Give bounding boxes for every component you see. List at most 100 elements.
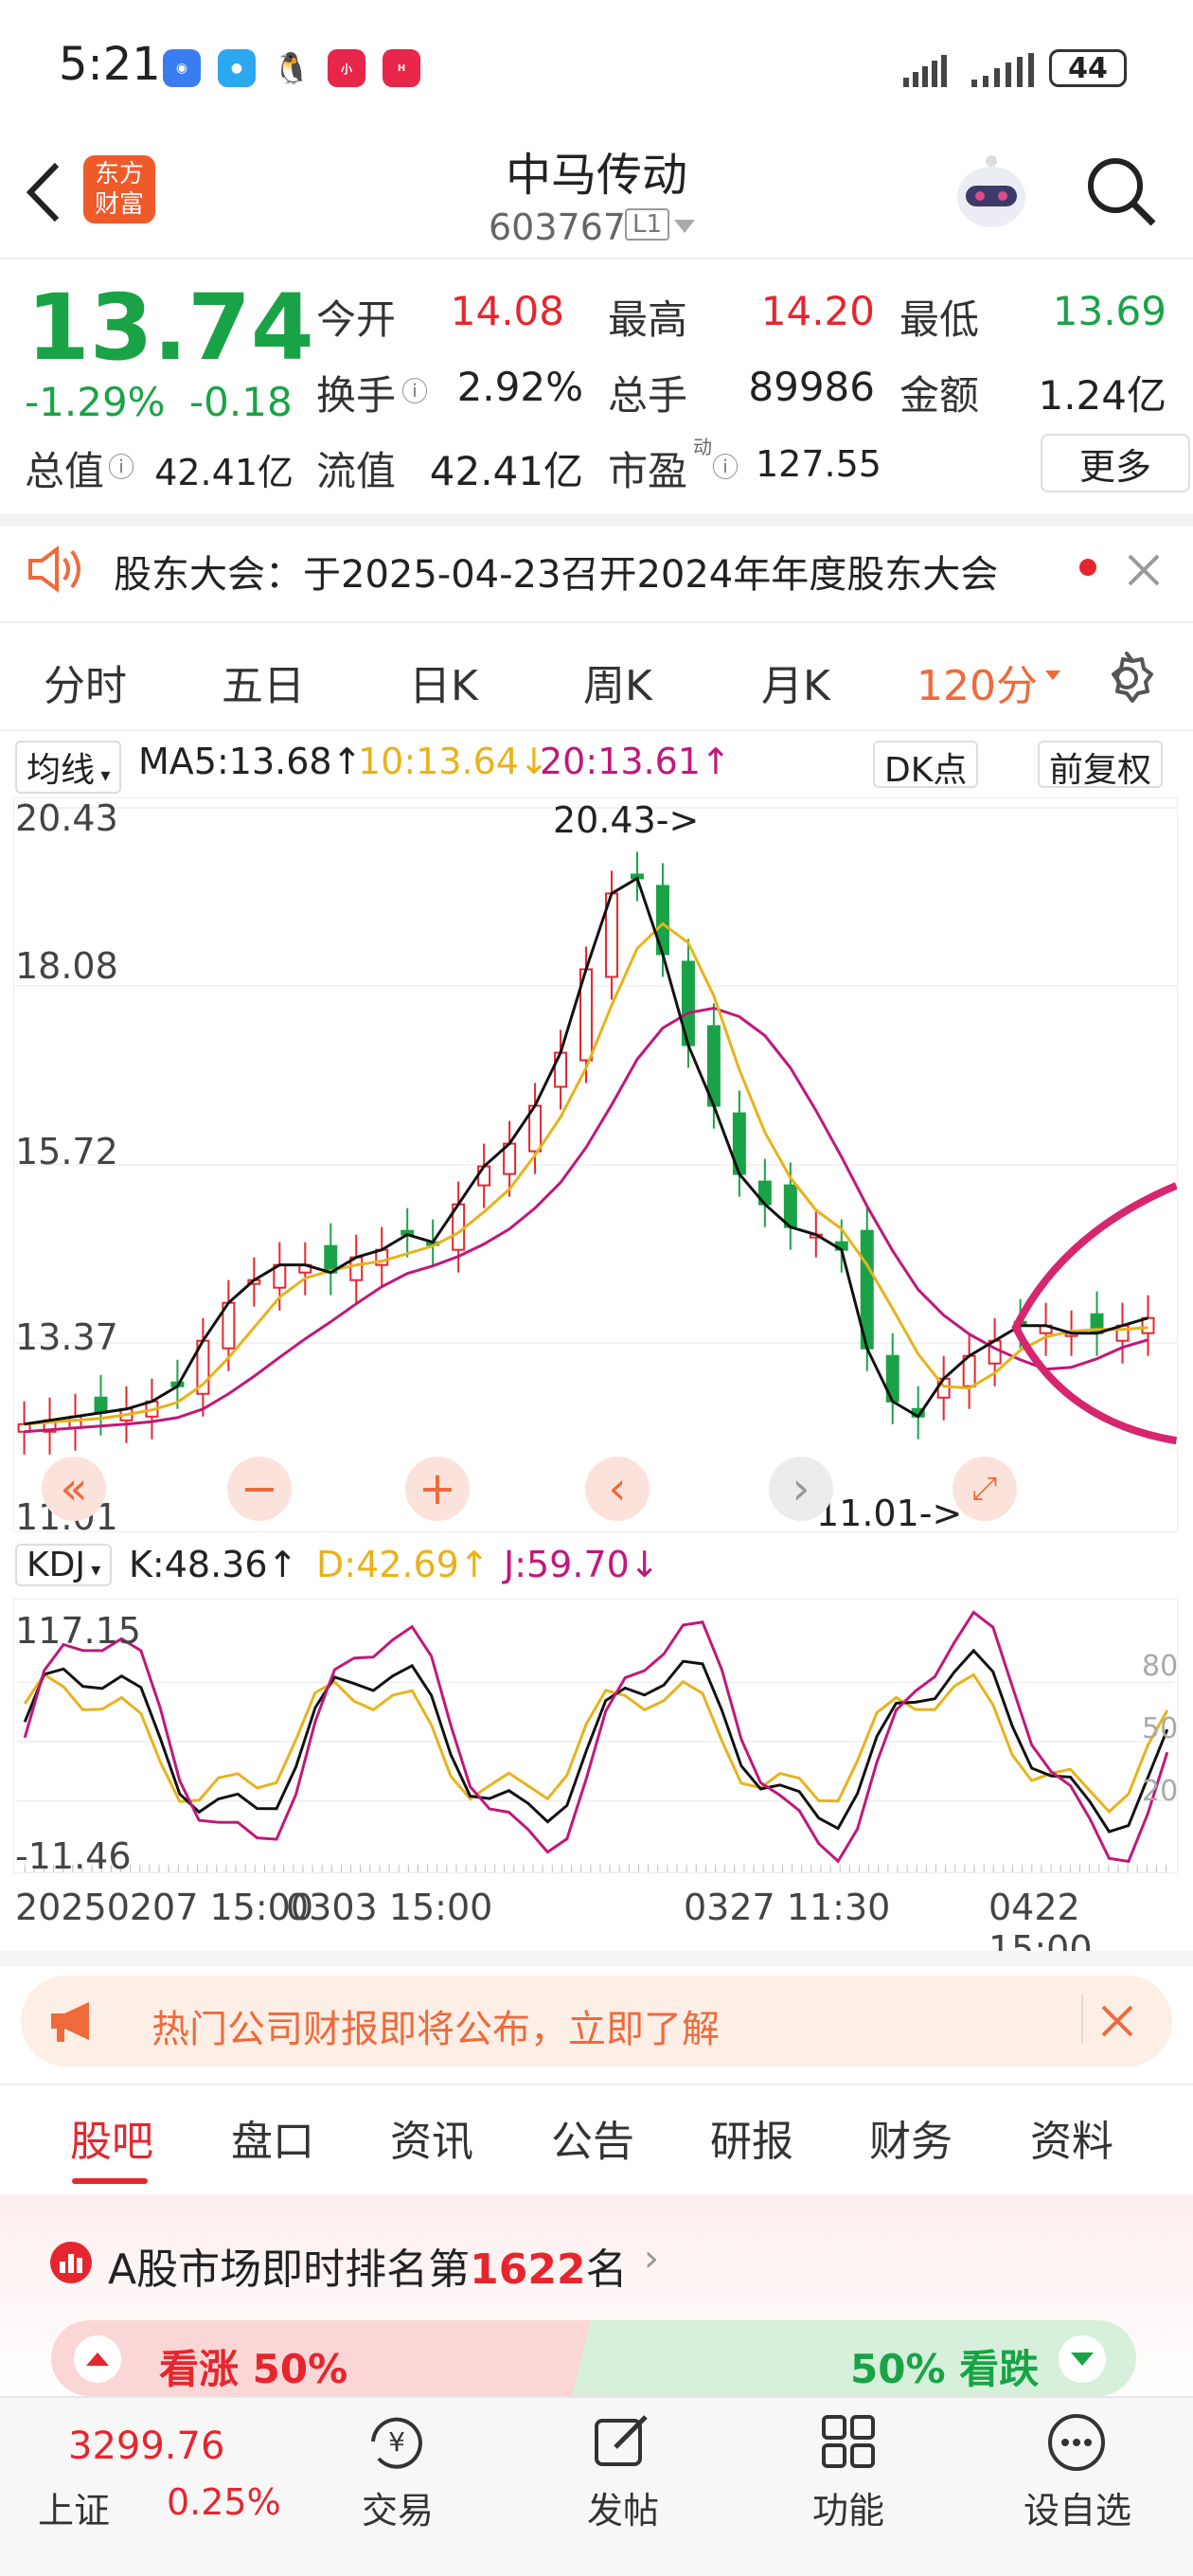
close-icon[interactable] (1100, 2004, 1134, 2038)
trade-icon[interactable]: ¥ (364, 2411, 430, 2472)
kdj-j: J:59.70↓ (504, 1544, 660, 1585)
battery-icon: 44 (1049, 49, 1127, 87)
zoom-in-button[interactable]: + (405, 1457, 470, 1521)
pe-sup: 动 (693, 436, 712, 458)
float-value: 42.41亿 (429, 448, 583, 494)
ma-selector[interactable]: 均线 ▾ (15, 741, 122, 794)
amount-value: 1.24亿 (1038, 372, 1166, 419)
pe-value: 127.55 (756, 443, 881, 485)
tab-five-day[interactable]: 五日 (222, 652, 305, 712)
banner-text[interactable]: 热门公司财报即将公布，立即了解 (151, 1998, 720, 2053)
dk-point-button[interactable]: DK点 (873, 741, 979, 790)
vote-up-button[interactable] (74, 2335, 121, 2383)
gear-icon[interactable] (1098, 650, 1155, 707)
max-marker: 20.43-> (553, 799, 700, 841)
float-label: 流值 (316, 448, 397, 494)
chevron-down-icon[interactable] (674, 220, 695, 233)
info-icon[interactable]: ⓘ (108, 447, 134, 485)
candle-body (783, 1184, 797, 1228)
mktcap-label: 总值 (25, 448, 105, 494)
ranking-prefix: A股市场即时排名第 (108, 2245, 471, 2294)
pe-label: 市盈 (608, 448, 688, 494)
scroll-left-button[interactable]: ‹ (585, 1457, 650, 1521)
tab-research[interactable]: 研报 (710, 2107, 793, 2168)
tab-120min[interactable]: 120分 (917, 652, 1038, 712)
tab-pankou[interactable]: 盘口 (231, 2107, 314, 2168)
x-axis-label: 0327 11:30 (684, 1887, 891, 1928)
more-icon[interactable] (1045, 2411, 1108, 2474)
tab-daily[interactable]: 日K (409, 652, 478, 712)
kdj-chart[interactable] (13, 1599, 1178, 1873)
fullscreen-icon[interactable]: ⤢ (953, 1457, 1017, 1521)
mktcap-value: 42.41亿 (154, 452, 294, 493)
kdj-50-label: 50 (1142, 1712, 1179, 1745)
info-icon[interactable]: ⓘ (712, 447, 739, 485)
low-label: 最低 (899, 296, 980, 343)
notice-text[interactable]: 股东大会：于2025-04-23召开2024年年度股东大会 (114, 544, 998, 599)
high-value: 14.20 (760, 288, 875, 334)
vote-up-label[interactable]: 看涨 50% (159, 2337, 347, 2395)
stock-code: 603767 (489, 206, 627, 248)
kdj-d: D:42.69↑ (316, 1544, 490, 1585)
change-percent: -1.29% (25, 379, 166, 425)
chevron-right-icon[interactable]: › (644, 2237, 659, 2281)
kdj-20-label: 20 (1142, 1775, 1179, 1808)
nav-function[interactable]: 功能 (773, 2481, 924, 2533)
tab-monthly[interactable]: 月K (761, 652, 830, 712)
speaker-icon (28, 546, 80, 593)
open-label: 今开 (316, 296, 397, 343)
ma20-value: 20:13.61↑ (540, 741, 731, 782)
y-axis-label: 13.37 (15, 1316, 118, 1358)
change-amount: -0.18 (189, 379, 293, 425)
high-label: 最高 (608, 296, 688, 343)
signal-2-icon (971, 53, 1034, 87)
vote-down-button[interactable] (1059, 2335, 1106, 2383)
level-badge[interactable]: L1 (625, 208, 670, 241)
status-time: 5:21 (59, 38, 161, 91)
adjust-button[interactable]: 前复权 (1038, 741, 1164, 790)
index-value[interactable]: 3299.76 (68, 2424, 224, 2468)
scroll-right-button[interactable]: › (769, 1457, 833, 1521)
robot-assistant-icon[interactable] (949, 152, 1034, 235)
index-pct[interactable]: 0.25% (167, 2481, 281, 2523)
candlestick-chart[interactable] (13, 797, 1178, 1532)
tab-profile[interactable]: 资料 (1030, 2107, 1113, 2168)
nav-watchlist[interactable]: 设自选 (1002, 2481, 1153, 2533)
ranking-number: 1622 (470, 2245, 586, 2294)
unread-dot (1079, 559, 1096, 576)
close-icon[interactable] (1127, 553, 1161, 587)
app-notification-icon: ◉ (163, 49, 201, 87)
y-axis-label: 18.08 (15, 945, 118, 987)
current-price: 13.74 (27, 275, 314, 381)
search-icon[interactable] (1083, 153, 1157, 227)
tab-news[interactable]: 资讯 (390, 2107, 473, 2168)
amount-label: 金额 (899, 372, 980, 419)
index-name[interactable]: 上证 (38, 2481, 110, 2533)
scroll-left-fast-icon[interactable]: « (42, 1457, 106, 1521)
nav-post[interactable]: 发帖 (547, 2481, 699, 2533)
nav-trade[interactable]: 交易 (322, 2481, 473, 2533)
post-icon[interactable] (591, 2411, 651, 2472)
zoom-out-button[interactable]: − (227, 1457, 292, 1521)
turnover-label: 换手 (316, 372, 397, 419)
info-icon[interactable]: ⓘ (401, 371, 428, 409)
low-value: 13.69 (1052, 288, 1166, 334)
more-button[interactable]: 更多 (1041, 434, 1190, 492)
tab-announcements[interactable]: 公告 (551, 2107, 634, 2168)
tab-weekly[interactable]: 周K (583, 652, 652, 712)
tab-guba[interactable]: 股吧 (70, 2107, 153, 2168)
tab-finance[interactable]: 财务 (869, 2107, 953, 2168)
ma-selector-label: 均线 (27, 751, 96, 790)
message-app-icon: ● (218, 49, 256, 87)
chevron-down-icon[interactable] (1045, 671, 1060, 680)
kdj-bottom-label: -11.46 (15, 1835, 132, 1877)
indicator-selector[interactable]: KDJ ▾ (15, 1544, 113, 1586)
tab-timeshare[interactable]: 分时 (44, 652, 127, 712)
y-axis-label: 15.72 (15, 1131, 118, 1172)
function-icon[interactable] (818, 2411, 879, 2472)
y-axis-label: 20.43 (15, 797, 118, 839)
min-marker: 11.01-> (816, 1493, 963, 1534)
ranking-text[interactable]: A股市场即时排名第1622名 (108, 2235, 628, 2296)
active-tab-indicator (72, 2178, 148, 2184)
vote-down-label[interactable]: 50% 看跌 (850, 2337, 1039, 2395)
